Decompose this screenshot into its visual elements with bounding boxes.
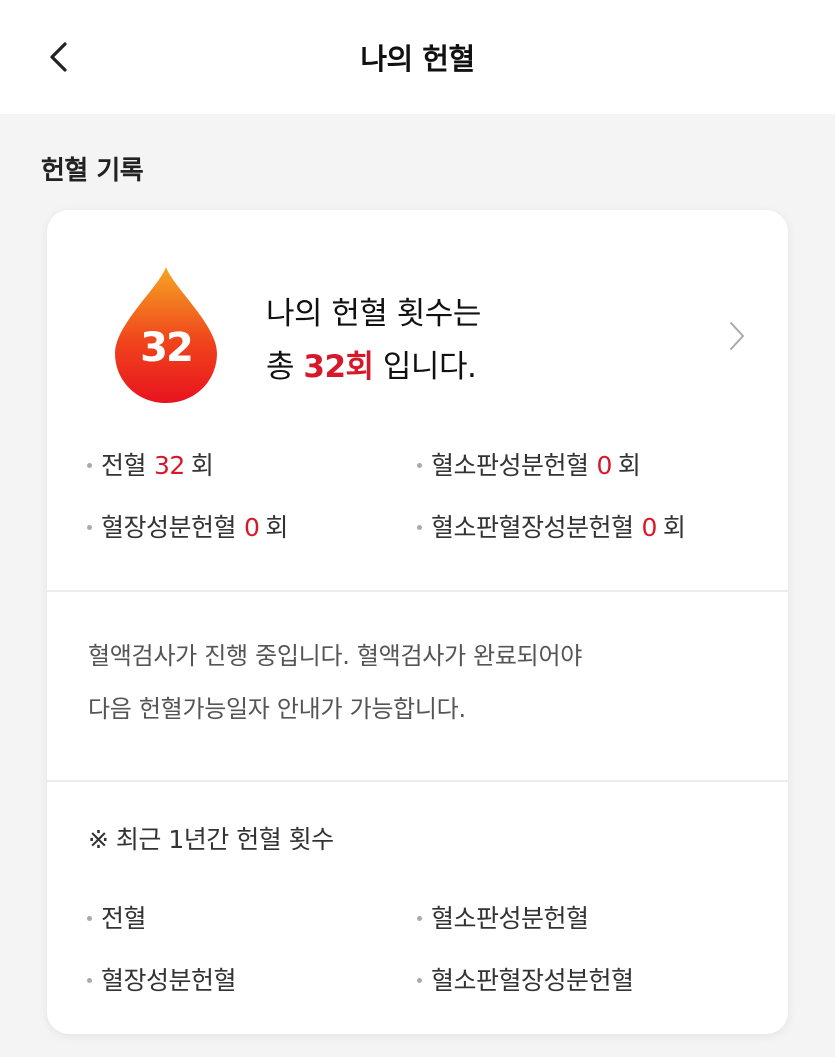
stat-unit: 회 xyxy=(190,451,214,480)
donation-record-card: 32 나의 헌혈 횟수는 총 32회 입니다. 전혈 32 회 혈소판성분헌혈 … xyxy=(47,210,788,1034)
summary-suffix: 입니다. xyxy=(373,349,477,385)
notice-line-1: 혈액검사가 진행 중입니다. 혈액검사가 완료되어야 xyxy=(88,642,583,670)
recent-label: 전혈 xyxy=(101,904,147,933)
recent-plasma: 혈장성분헌혈 xyxy=(87,961,237,997)
summary-text: 나의 헌혈 횟수는 총 32회 입니다. xyxy=(266,288,481,394)
donation-summary-link[interactable]: 32 나의 헌혈 횟수는 총 32회 입니다. xyxy=(47,210,788,403)
summary-prefix: 총 xyxy=(266,349,304,385)
blood-test-notice: 혈액검사가 진행 중입니다. 혈액검사가 완료되어야 다음 헌혈가능일자 안내가… xyxy=(88,630,582,736)
stat-platelet-plasma: 혈소판혈장성분헌혈 0 회 xyxy=(417,508,686,544)
stat-label: 혈장성분헌혈 xyxy=(101,513,237,542)
stat-value: 0 xyxy=(596,451,613,480)
stat-unit: 회 xyxy=(617,451,641,480)
recent-label: 혈장성분헌혈 xyxy=(101,966,237,995)
notice-line-2: 다음 헌혈가능일자 안내가 가능합니다. xyxy=(88,695,466,723)
stat-plasma: 혈장성분헌혈 0 회 xyxy=(87,508,288,544)
chevron-right-icon xyxy=(730,322,744,350)
page-title: 나의 헌혈 xyxy=(360,42,475,76)
blood-drop-badge: 32 xyxy=(111,265,221,405)
stat-unit: 회 xyxy=(662,513,686,542)
stat-label: 혈소판혈장성분헌혈 xyxy=(431,513,634,542)
stat-label: 혈소판성분헌혈 xyxy=(431,451,589,480)
recent-year-title: ※ 최근 1년간 헌혈 횟수 xyxy=(88,825,334,854)
recent-whole-blood: 전혈 xyxy=(87,899,147,935)
recent-platelet-plasma: 혈소판혈장성분헌혈 xyxy=(417,961,634,997)
divider xyxy=(47,780,788,782)
summary-line-1: 나의 헌혈 횟수는 xyxy=(266,296,481,332)
recent-platelet: 혈소판성분헌혈 xyxy=(417,899,589,935)
stat-whole-blood: 전혈 32 회 xyxy=(87,446,214,482)
donation-count-badge: 32 xyxy=(140,325,194,371)
stat-unit: 회 xyxy=(265,513,288,542)
stat-platelet: 혈소판성분헌혈 0 회 xyxy=(417,446,641,482)
summary-total: 32회 xyxy=(303,349,374,385)
divider xyxy=(47,590,788,592)
recent-label: 혈소판혈장성분헌혈 xyxy=(431,966,634,995)
stat-label: 전혈 xyxy=(101,451,147,480)
section-title: 헌혈 기록 xyxy=(41,156,144,186)
stat-value: 0 xyxy=(641,513,658,542)
summary-line-2: 총 32회 입니다. xyxy=(266,341,481,394)
stat-value: 0 xyxy=(244,513,260,542)
stat-value: 32 xyxy=(154,451,185,480)
recent-label: 혈소판성분헌혈 xyxy=(431,904,589,933)
app-header: 나의 헌혈 xyxy=(0,0,835,114)
